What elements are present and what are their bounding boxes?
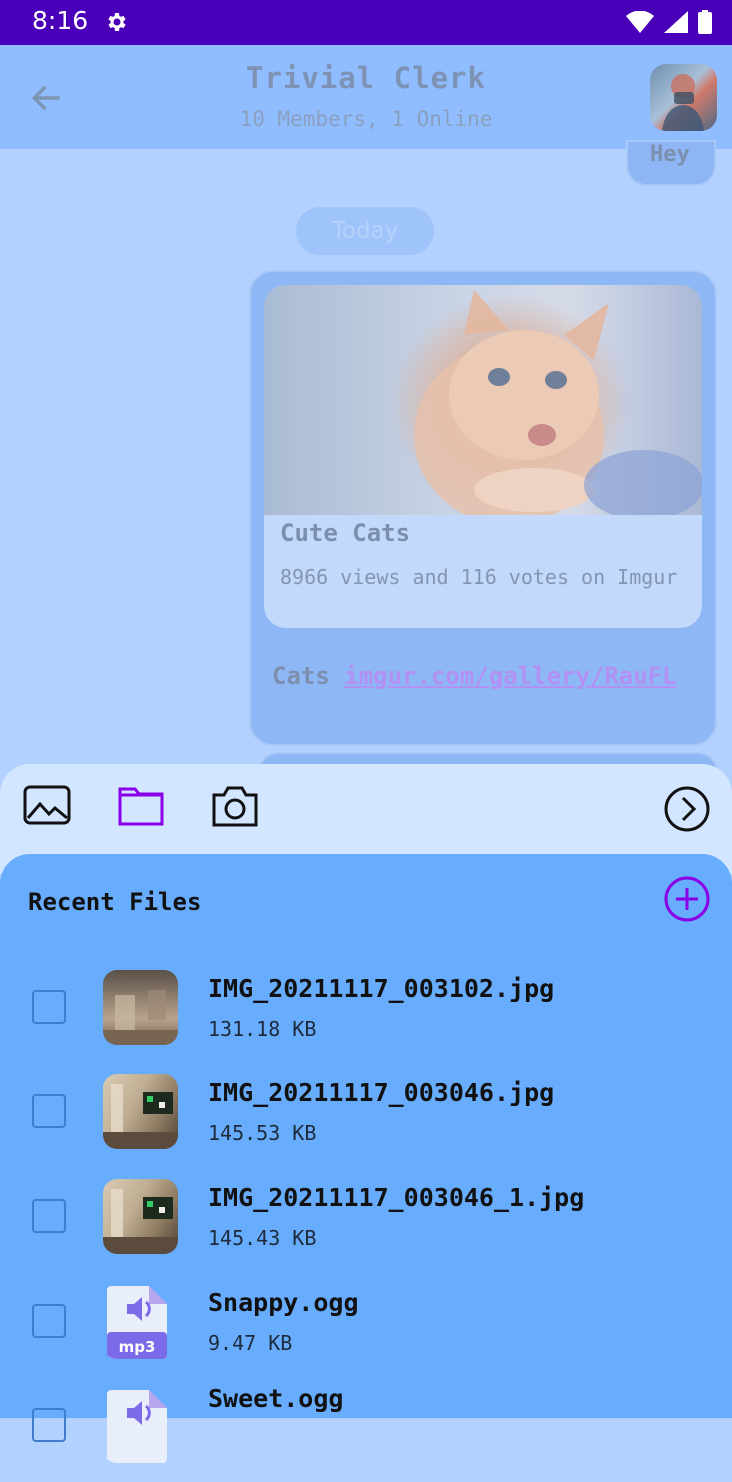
file-size: 145.43 KB: [208, 1226, 317, 1250]
mp3-badge: mp3: [119, 1338, 156, 1356]
files-folder-icon[interactable]: [117, 784, 165, 832]
file-thumbnail: [103, 1179, 178, 1254]
wifi-icon: [626, 10, 654, 37]
file-row[interactable]: IMG_20211117_003046.jpg 145.53 KB: [0, 1064, 732, 1168]
date-chip: Today: [296, 207, 434, 255]
gallery-image-icon[interactable]: [23, 784, 71, 830]
chat-members-status: 10 Members, 1 Online: [239, 107, 493, 131]
status-time: 8:16: [32, 6, 89, 35]
battery-icon: [698, 10, 712, 38]
settings-gear-icon: [104, 10, 128, 38]
file-size: 9.47 KB: [208, 1331, 293, 1355]
file-checkbox[interactable]: [32, 1199, 66, 1233]
status-bar: 8:16: [0, 0, 732, 45]
file-row[interactable]: mp3 Snappy.ogg 9.47 KB: [0, 1274, 732, 1378]
message-link[interactable]: imgur.com/gallery/RauFL: [344, 662, 676, 690]
add-circle-icon[interactable]: [664, 876, 710, 926]
file-name: IMG_20211117_003102.jpg: [208, 974, 555, 1003]
previous-message-text: Hey: [650, 142, 690, 167]
file-size: 145.53 KB: [208, 1121, 317, 1145]
date-chip-label: Today: [331, 218, 399, 244]
link-preview-description: 8966 views and 116 votes on Imgur: [280, 565, 678, 589]
file-name: Sweet.ogg: [208, 1384, 344, 1413]
file-row[interactable]: IMG_20211117_003046_1.jpg 145.43 KB: [0, 1169, 732, 1273]
mp3-file-icon: mp3: [103, 1284, 178, 1359]
file-thumbnail: [103, 1074, 178, 1149]
file-row[interactable]: Sweet.ogg: [0, 1378, 732, 1482]
cellular-signal-icon: [664, 11, 688, 37]
camera-icon[interactable]: [211, 783, 259, 833]
file-thumbnail: [103, 970, 178, 1045]
file-name: IMG_20211117_003046.jpg: [208, 1078, 555, 1107]
file-name: Snappy.ogg: [208, 1288, 359, 1317]
group-avatar[interactable]: [650, 64, 717, 131]
chat-title[interactable]: Trivial Clerk: [0, 61, 732, 95]
file-row[interactable]: IMG_20211117_003102.jpg 131.18 KB: [0, 960, 732, 1064]
file-checkbox[interactable]: [32, 1304, 66, 1338]
file-size: 131.18 KB: [208, 1017, 317, 1041]
chevron-right-circle-icon[interactable]: [664, 786, 710, 836]
recent-files-panel: Recent Files IMG_20211117_003102.jpg 131…: [0, 854, 732, 1463]
link-preview-image: [264, 285, 702, 525]
link-preview-title: Cute Cats: [280, 519, 411, 547]
file-checkbox[interactable]: [32, 990, 66, 1024]
message-text-body: Cats: [272, 662, 330, 690]
file-checkbox[interactable]: [32, 1408, 66, 1442]
file-checkbox[interactable]: [32, 1094, 66, 1128]
chat-header: Trivial Clerk 10 Members, 1 Online: [0, 45, 732, 149]
link-preview-card[interactable]: Cute Cats 8966 views and 116 votes on Im…: [264, 285, 702, 628]
previous-message-bubble[interactable]: Hey: [626, 140, 716, 186]
recent-files-title: Recent Files: [28, 888, 202, 916]
mp3-file-icon: [103, 1388, 178, 1463]
message-text: Cats imgur.com/gallery/RauFL: [272, 660, 692, 693]
file-name: IMG_20211117_003046_1.jpg: [208, 1183, 585, 1212]
